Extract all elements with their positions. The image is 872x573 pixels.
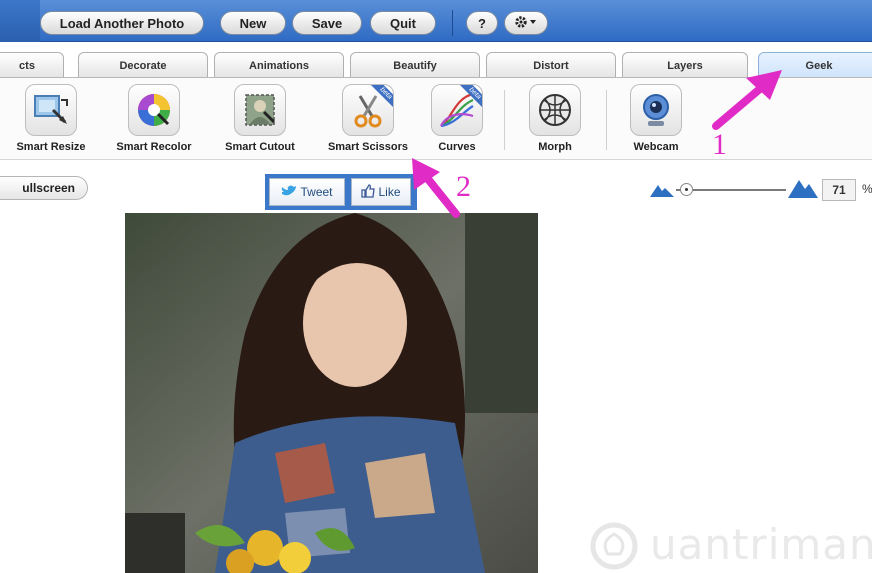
category-tabs: cts Decorate Animations Beautify Distort… — [0, 52, 872, 78]
curves-tool[interactable]: beta Curves — [424, 84, 490, 158]
tools-separator — [606, 90, 607, 150]
zoom-out-icon[interactable] — [650, 183, 674, 202]
photo-canvas[interactable] — [125, 213, 538, 573]
toolbar-separator — [452, 10, 453, 36]
save-button[interactable]: Save — [292, 11, 362, 35]
fullscreen-button[interactable]: ullscreen — [0, 176, 88, 200]
annotation-marker-2: 2 — [456, 170, 471, 203]
smart-recolor-tool[interactable]: Smart Recolor — [106, 84, 202, 158]
annotation-arrow-2 — [412, 158, 460, 218]
new-button[interactable]: New — [220, 11, 286, 35]
gear-icon — [513, 14, 539, 33]
social-share-bar: Tweet Like — [265, 174, 417, 210]
tool-label: Curves — [438, 141, 476, 153]
zoom-slider-handle[interactable] — [680, 183, 693, 196]
tool-label: Smart Cutout — [225, 141, 295, 153]
smart-resize-tool[interactable]: Smart Resize — [8, 84, 94, 158]
watermark: uantrimang — [586, 520, 872, 572]
twitter-bird-icon — [281, 185, 297, 200]
tweet-button[interactable]: Tweet — [269, 178, 345, 206]
tab-geek[interactable]: Geek — [758, 52, 872, 78]
tool-label: Smart Resize — [16, 141, 86, 153]
tab-decorate[interactable]: Decorate — [78, 52, 208, 78]
webcam-tool[interactable]: Webcam — [620, 84, 692, 158]
top-toolbar: Load Another Photo New Save Quit ? — [0, 0, 872, 42]
like-button[interactable]: Like — [351, 178, 411, 206]
tab-effects[interactable]: cts — [0, 52, 64, 78]
morph-icon — [529, 84, 581, 136]
tool-label: Webcam — [633, 141, 679, 153]
tweet-label: Tweet — [300, 185, 333, 199]
tool-label: Smart Recolor — [116, 141, 192, 153]
smart-cutout-tool[interactable]: Smart Cutout — [214, 84, 306, 158]
load-another-photo-button[interactable]: Load Another Photo — [40, 11, 204, 35]
scissors-icon: beta — [342, 84, 394, 136]
quit-button[interactable]: Quit — [370, 11, 436, 35]
geek-tools-panel: Smart Resize Smart Recolor Smart Cutout … — [0, 78, 872, 160]
tab-layers[interactable]: Layers — [622, 52, 748, 78]
help-button[interactable]: ? — [466, 11, 498, 35]
settings-button[interactable] — [504, 11, 548, 35]
morph-tool[interactable]: Morph — [520, 84, 590, 158]
smart-scissors-tool[interactable]: beta Smart Scissors — [316, 84, 420, 158]
curves-icon: beta — [431, 84, 483, 136]
color-wheel-icon — [128, 84, 180, 136]
tool-label: Smart Scissors — [327, 141, 409, 153]
webcam-icon — [630, 84, 682, 136]
lightbulb-logo-icon — [586, 522, 642, 573]
zoom-in-icon[interactable] — [788, 178, 818, 203]
tab-beautify[interactable]: Beautify — [350, 52, 480, 78]
tab-animations[interactable]: Animations — [214, 52, 344, 78]
zoom-control: 71 % — [650, 178, 872, 204]
zoom-unit: % — [862, 182, 872, 196]
tab-distort[interactable]: Distort — [486, 52, 616, 78]
tools-separator — [504, 90, 505, 150]
zoom-value-field[interactable]: 71 — [822, 179, 856, 201]
like-label: Like — [378, 185, 401, 199]
annotation-marker-1: 1 — [712, 128, 727, 161]
tool-label: Morph — [538, 141, 572, 153]
thumbs-up-icon — [361, 183, 376, 201]
toolbar-left-cap — [0, 0, 40, 42]
cutout-icon — [234, 84, 286, 136]
smart-resize-icon — [25, 84, 77, 136]
watermark-text: uantrimang — [650, 520, 872, 569]
